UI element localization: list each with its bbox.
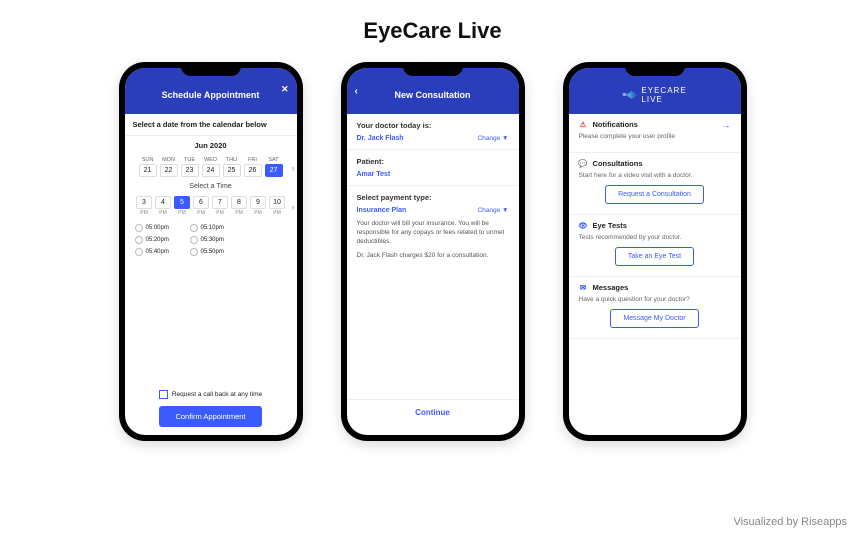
close-icon[interactable]: ✕: [281, 84, 289, 95]
radio-icon: [135, 224, 143, 232]
change-payment-link[interactable]: Change ▼: [477, 207, 508, 214]
hour-9[interactable]: 9PM: [250, 196, 266, 216]
day-fri[interactable]: FRI26: [244, 157, 262, 177]
payment-value: Insurance Plan: [357, 207, 407, 214]
radio-icon: [190, 236, 198, 244]
header-title: New Consultation: [395, 90, 471, 100]
footer-credit: Visualized by Riseapps: [733, 516, 847, 528]
phones-row: Schedule Appointment ✕ Select a date fro…: [0, 62, 865, 441]
hours-row: 3PM 4PM 5PM 6PM 7PM 8PM 9PM 10PM ›: [125, 194, 297, 218]
day-sun[interactable]: SUN21: [139, 157, 157, 177]
doctor-section: Your doctor today is: Dr. Jack Flash Cha…: [347, 114, 519, 150]
hour-3[interactable]: 3PM: [136, 196, 152, 216]
eye-icon: 👁: [579, 221, 588, 230]
continue-button[interactable]: Continue: [347, 399, 519, 425]
slot-0530[interactable]: 05:30pm: [190, 236, 235, 244]
hour-8[interactable]: 8PM: [231, 196, 247, 216]
doctor-label: Your doctor today is:: [357, 121, 509, 130]
header-title: Schedule Appointment: [162, 90, 260, 100]
payment-label: Select payment type:: [357, 193, 509, 202]
mail-icon: ✉: [579, 283, 588, 292]
chevron-right-icon[interactable]: ›: [292, 163, 295, 173]
patient-section: Patient: Amar Test: [347, 150, 519, 186]
consultations-title: Consultations: [593, 159, 643, 168]
slot-0500[interactable]: 05:00pm: [135, 224, 180, 232]
arrow-right-icon: →: [722, 120, 731, 130]
bottom-panel: Request a call back at any time Confirm …: [125, 390, 297, 427]
patient-label: Patient:: [357, 157, 509, 166]
callback-row[interactable]: Request a call back at any time: [125, 390, 297, 399]
patient-value: Amar Test: [357, 171, 391, 178]
radio-icon: [190, 248, 198, 256]
messages-sub: Have a quick question for your doctor?: [579, 296, 731, 303]
page-title: EyeCare Live: [0, 18, 865, 44]
eyetests-card: 👁 Eye Tests Tests recommended by your do…: [569, 215, 741, 277]
hour-10[interactable]: 10PM: [269, 196, 285, 216]
slot-0550[interactable]: 05:50pm: [190, 248, 235, 256]
instruction-bar: Select a date from the calendar below: [125, 114, 297, 136]
notifications-card[interactable]: ⚠ Notifications → Please complete your u…: [569, 114, 741, 153]
checkbox-icon: [159, 390, 168, 399]
notch: [403, 62, 463, 76]
hour-5[interactable]: 5PM: [174, 196, 190, 216]
change-doctor-link[interactable]: Change ▼: [477, 135, 508, 142]
day-tue[interactable]: TUE23: [181, 157, 199, 177]
hour-4[interactable]: 4PM: [155, 196, 171, 216]
brand-logo: EYECARELIVE: [626, 86, 686, 104]
day-thu[interactable]: THU25: [223, 157, 241, 177]
hour-7[interactable]: 7PM: [212, 196, 228, 216]
request-consultation-button[interactable]: Request a Consultation: [605, 185, 704, 204]
back-icon[interactable]: ‹: [355, 86, 358, 97]
chevron-right-icon[interactable]: ›: [292, 202, 295, 212]
notch: [625, 62, 685, 76]
take-eyetest-button[interactable]: Take an Eye Test: [615, 247, 694, 266]
slot-0520[interactable]: 05:20pm: [135, 236, 180, 244]
payment-desc-2: Dr. Jack Flash charges $20 for a consult…: [357, 251, 509, 260]
radio-icon: [135, 236, 143, 244]
day-mon[interactable]: MON22: [160, 157, 178, 177]
payment-desc-1: Your doctor will bill your insurance. Yo…: [357, 219, 509, 246]
select-time-label: Select a Time: [125, 179, 297, 194]
slot-0540[interactable]: 05:40pm: [135, 248, 180, 256]
message-doctor-button[interactable]: Message My Doctor: [610, 309, 698, 328]
confirm-appointment-button[interactable]: Confirm Appointment: [159, 406, 261, 427]
slot-0510[interactable]: 05:10pm: [190, 224, 235, 232]
day-sat[interactable]: SAT27: [265, 157, 283, 177]
hour-6[interactable]: 6PM: [193, 196, 209, 216]
doctor-value: Dr. Jack Flash: [357, 135, 404, 142]
alert-icon: ⚠: [579, 120, 588, 129]
chat-icon: 💬: [579, 159, 588, 168]
consultations-sub: Start here for a video visit with a doct…: [579, 172, 731, 179]
callback-label: Request a call back at any time: [172, 391, 262, 398]
phone-schedule: Schedule Appointment ✕ Select a date fro…: [119, 62, 303, 441]
slots-grid: 05:00pm 05:10pm 05:20pm 05:30pm 05:40pm …: [125, 218, 297, 262]
radio-icon: [135, 248, 143, 256]
week-row: SUN21 MON22 TUE23 WED24 THU25 FRI26 SAT2…: [125, 155, 297, 179]
messages-title: Messages: [593, 283, 629, 292]
messages-card: ✉ Messages Have a quick question for you…: [569, 277, 741, 339]
eyetests-title: Eye Tests: [593, 221, 627, 230]
eyetests-sub: Tests recommended by your doctor.: [579, 234, 731, 241]
day-wed[interactable]: WED24: [202, 157, 220, 177]
notifications-title: Notifications: [593, 120, 638, 129]
month-label: Jun 2020: [125, 136, 297, 155]
phone-consultation: ‹ New Consultation Your doctor today is:…: [341, 62, 525, 441]
eye-logo-icon: [626, 91, 638, 99]
payment-section: Select payment type: Insurance Plan Chan…: [347, 186, 519, 267]
phone-home: ≡ EYECARELIVE ⚠ Notifications → Please c…: [563, 62, 747, 441]
notifications-sub: Please complete your user profile: [579, 133, 731, 140]
radio-icon: [190, 224, 198, 232]
consultations-card: 💬 Consultations Start here for a video v…: [569, 153, 741, 215]
notch: [181, 62, 241, 76]
